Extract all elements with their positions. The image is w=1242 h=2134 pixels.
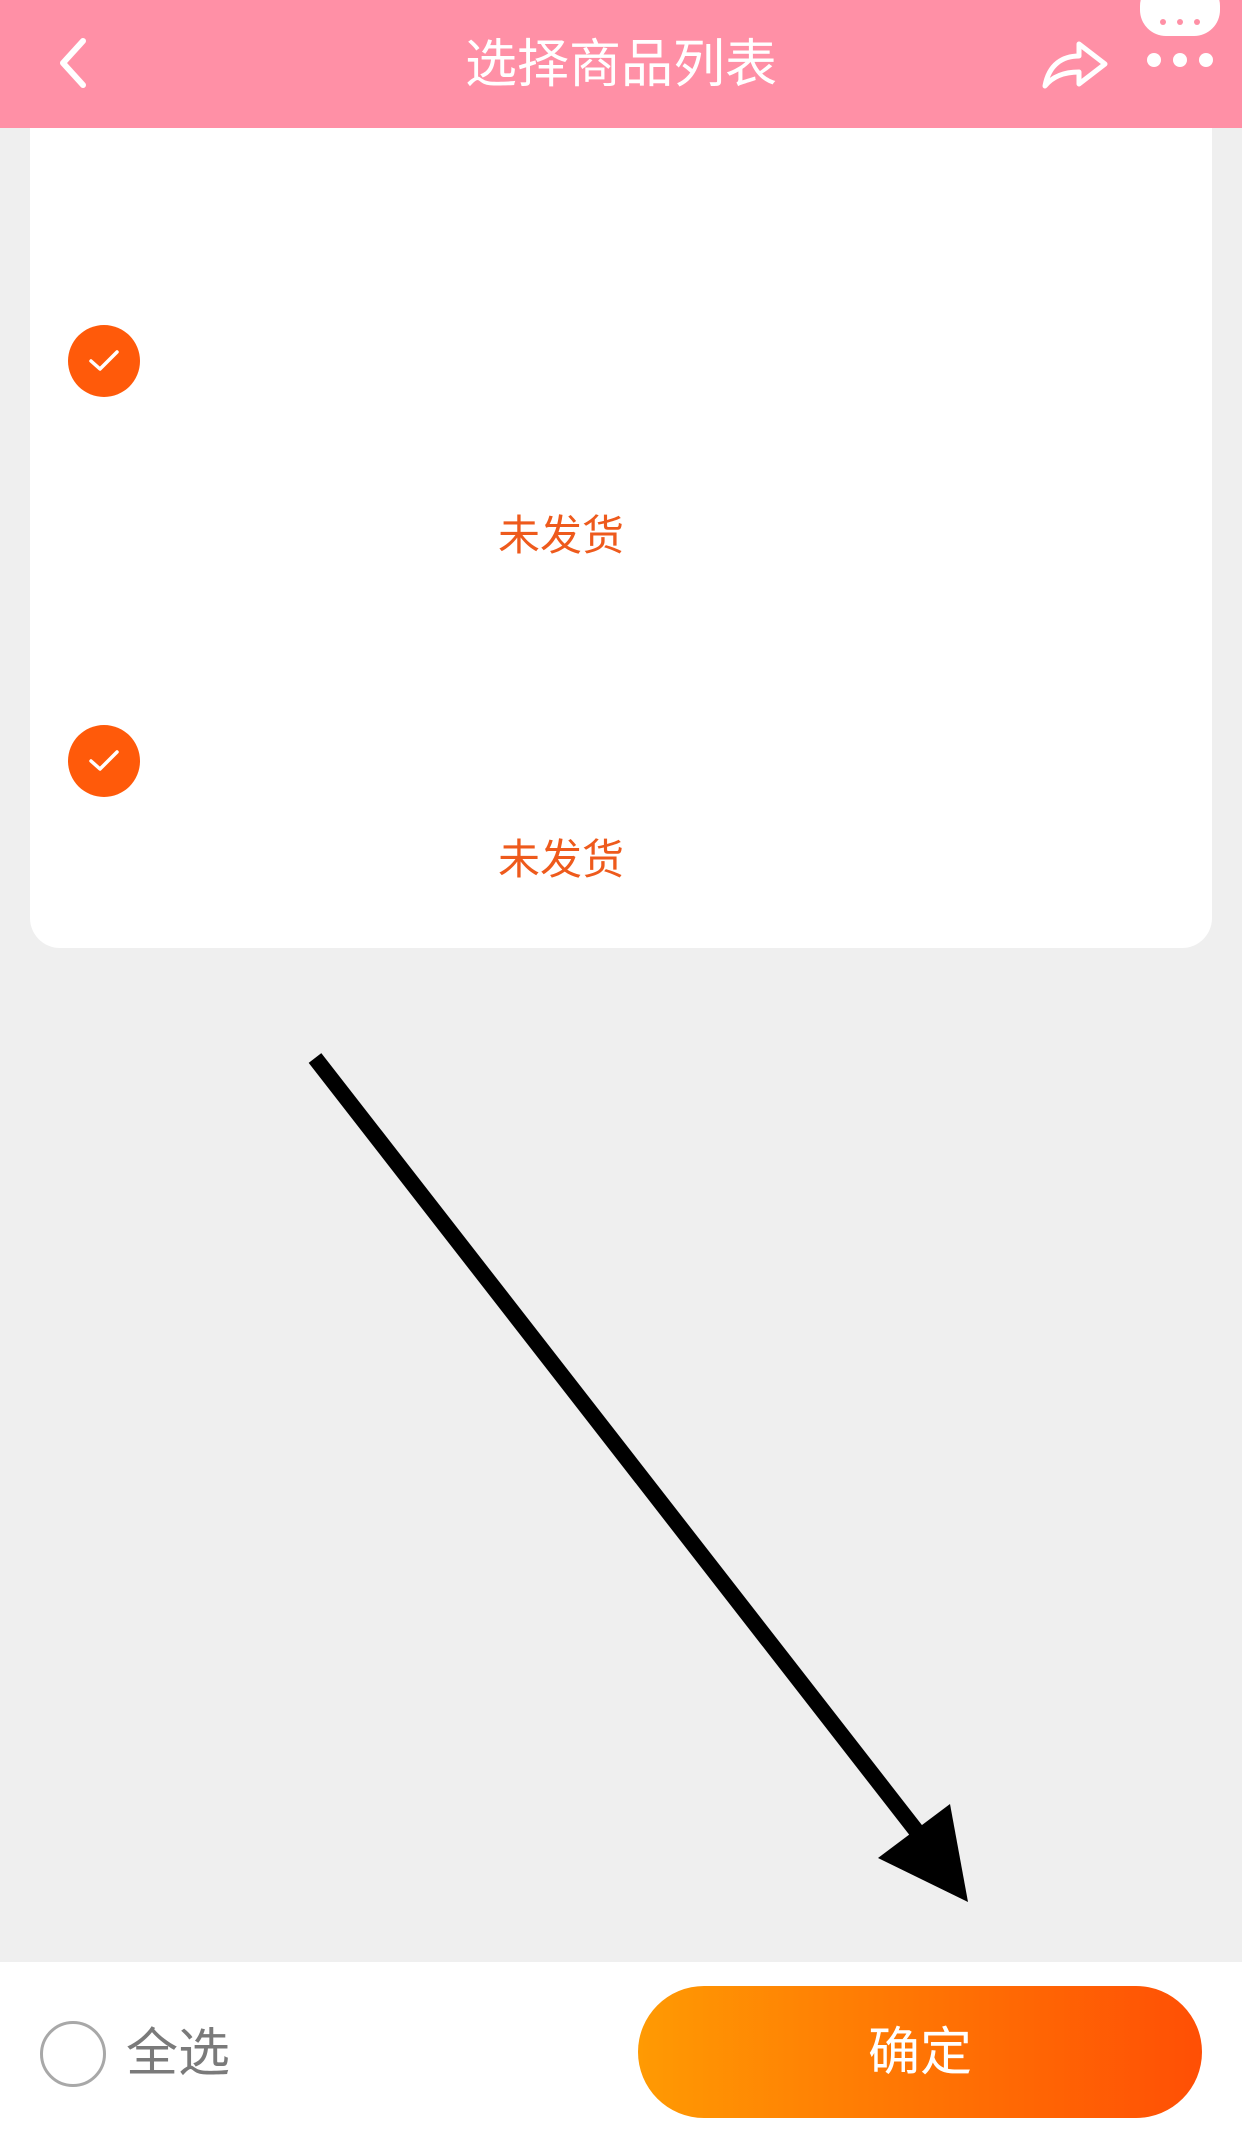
share-button[interactable] [1035, 28, 1115, 100]
more-dots-icon [1140, 0, 1220, 67]
more-menu-button[interactable] [1130, 0, 1230, 80]
list-item[interactable]: 未发货 [30, 548, 1212, 948]
select-all-label: 全选 [126, 2024, 231, 2084]
checkmark-icon [89, 750, 119, 771]
confirm-button[interactable]: 确定 [638, 1986, 1202, 2118]
item-checkbox[interactable] [68, 725, 140, 797]
top-nav-bar: 选择商品列表 [0, 0, 1242, 128]
checkmark-icon [89, 350, 119, 371]
shipping-status: 未发货 [498, 835, 625, 884]
share-arrow-icon [1042, 41, 1108, 89]
item-checkbox[interactable] [68, 325, 140, 397]
list-item[interactable]: 未发货 [30, 128, 1212, 560]
select-all-toggle[interactable]: 全选 [40, 2018, 230, 2090]
product-list-card: 未发货 未发货 [30, 128, 1212, 948]
select-all-radio[interactable] [40, 2021, 106, 2087]
bottom-action-bar: 全选 确定 [0, 1962, 1242, 2134]
